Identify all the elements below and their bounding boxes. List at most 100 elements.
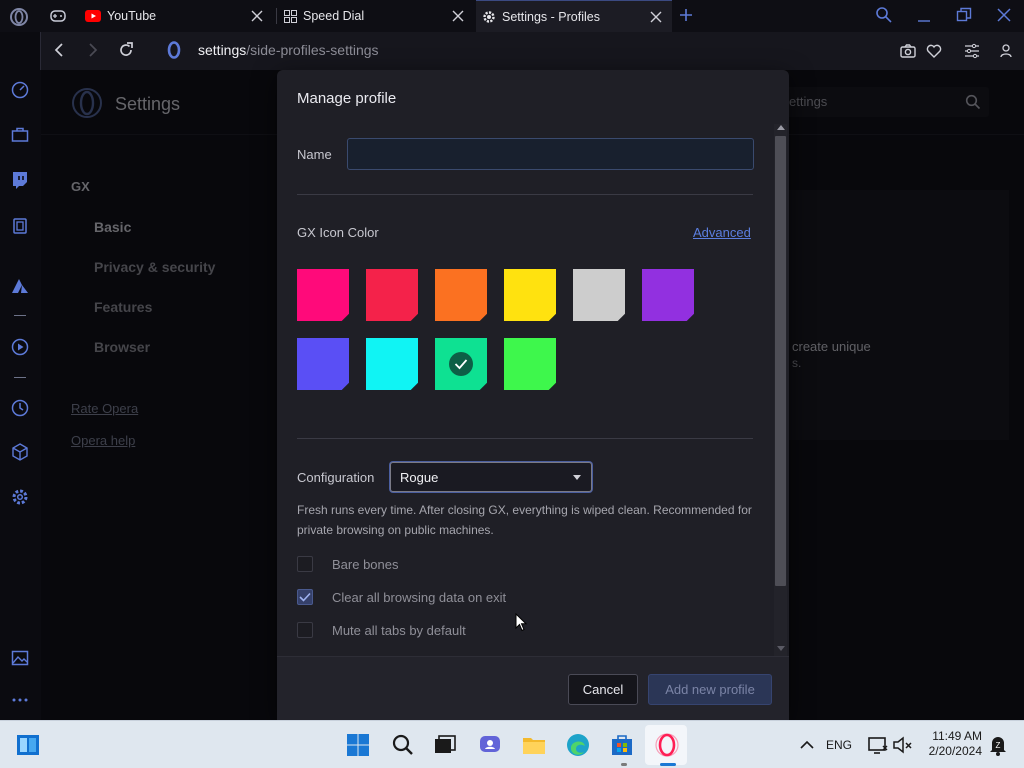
checkmark-icon bbox=[299, 592, 311, 602]
close-icon[interactable] bbox=[249, 8, 265, 24]
color-swatch[interactable] bbox=[435, 338, 487, 390]
more-icon[interactable] bbox=[10, 690, 30, 710]
option-bare-bones[interactable]: Bare bones bbox=[297, 554, 399, 574]
wallpaper-icon[interactable] bbox=[10, 648, 30, 668]
color-swatch[interactable] bbox=[504, 269, 556, 321]
tab-title: Settings - Profiles bbox=[502, 9, 600, 24]
configuration-label: Configuration bbox=[297, 470, 375, 485]
chevron-up-icon[interactable] bbox=[795, 733, 819, 757]
checkbox[interactable] bbox=[297, 556, 313, 572]
new-tab-button[interactable] bbox=[678, 7, 694, 23]
dialog-title: Manage profile bbox=[297, 90, 397, 107]
configuration-value: Rogue bbox=[400, 470, 439, 485]
cancel-button[interactable]: Cancel bbox=[568, 674, 638, 705]
opera-menu-icon[interactable] bbox=[9, 7, 29, 27]
configuration-select[interactable]: Rogue bbox=[390, 462, 592, 492]
speed-dial-icon bbox=[284, 9, 297, 23]
clock[interactable]: 11:49 AM 2/20/2024 bbox=[929, 729, 982, 759]
url-field[interactable]: settings/side-profiles-settings bbox=[198, 42, 379, 58]
option-label: Clear all browsing data on exit bbox=[332, 589, 507, 605]
tab-settings-profiles[interactable]: Settings - Profiles bbox=[476, 0, 672, 32]
url-path: /side-profiles-settings bbox=[246, 42, 379, 58]
scroll-down-arrow-icon[interactable] bbox=[777, 646, 785, 651]
option-mute-tabs[interactable]: Mute all tabs by default bbox=[297, 620, 466, 640]
language-indicator[interactable]: ENG bbox=[826, 738, 852, 752]
close-window-button[interactable] bbox=[996, 7, 1012, 23]
mouse-cursor-icon bbox=[515, 613, 529, 633]
color-swatch[interactable] bbox=[573, 269, 625, 321]
volume-mute-icon[interactable] bbox=[891, 733, 915, 757]
back-button[interactable] bbox=[52, 42, 68, 58]
tab-gx[interactable] bbox=[40, 0, 76, 32]
tab-speed-dial[interactable]: Speed Dial bbox=[284, 0, 474, 32]
color-swatch[interactable] bbox=[504, 338, 556, 390]
notification-icon[interactable]: Z bbox=[986, 733, 1010, 757]
option-label: Bare bones bbox=[332, 556, 399, 572]
add-new-profile-button[interactable]: Add new profile bbox=[648, 674, 772, 705]
chat-icon[interactable] bbox=[478, 733, 502, 757]
time: 11:49 AM bbox=[932, 729, 982, 743]
easy-setup-icon[interactable] bbox=[963, 42, 981, 60]
selected-check-icon bbox=[449, 352, 473, 376]
svg-text:Z: Z bbox=[996, 741, 1001, 750]
gear-icon bbox=[482, 10, 496, 24]
date: 2/20/2024 bbox=[928, 744, 982, 758]
file-explorer-icon[interactable] bbox=[522, 733, 546, 757]
extensions-icon[interactable] bbox=[10, 442, 30, 462]
close-icon[interactable] bbox=[648, 9, 664, 25]
briefcase-icon[interactable] bbox=[10, 125, 30, 145]
scroll-up-arrow-icon[interactable] bbox=[777, 125, 785, 130]
heart-icon[interactable] bbox=[925, 42, 943, 60]
tab-bar: YouTube Speed Dial Settings - Profiles bbox=[0, 0, 1024, 32]
sidebar bbox=[0, 32, 40, 720]
option-clear-browsing-data[interactable]: Clear all browsing data on exit bbox=[297, 587, 506, 607]
camera-icon[interactable] bbox=[899, 42, 917, 60]
youtube-icon bbox=[85, 10, 101, 22]
reload-button[interactable] bbox=[117, 41, 135, 59]
profile-icon[interactable] bbox=[997, 42, 1015, 60]
checkbox[interactable] bbox=[297, 622, 313, 638]
scrollbar-thumb[interactable] bbox=[775, 136, 786, 586]
hardware-icon[interactable] bbox=[10, 216, 30, 236]
color-swatch[interactable] bbox=[366, 338, 418, 390]
checkbox-checked[interactable] bbox=[297, 589, 313, 605]
color-label: GX Icon Color bbox=[297, 225, 379, 240]
restore-button[interactable] bbox=[956, 7, 972, 23]
tab-title: Speed Dial bbox=[303, 9, 365, 23]
color-swatch[interactable] bbox=[366, 269, 418, 321]
task-view-icon[interactable] bbox=[433, 733, 457, 757]
url-host: settings bbox=[198, 42, 247, 58]
network-icon[interactable] bbox=[866, 733, 890, 757]
color-swatch[interactable] bbox=[297, 338, 349, 390]
tab-youtube[interactable]: YouTube bbox=[85, 0, 273, 32]
search-icon[interactable] bbox=[391, 733, 415, 757]
opera-gx-icon[interactable] bbox=[655, 733, 679, 757]
widgets-icon[interactable] bbox=[16, 733, 40, 757]
active-indicator bbox=[660, 763, 676, 766]
gamepad-icon bbox=[50, 9, 66, 23]
forward-button[interactable] bbox=[84, 42, 100, 58]
advanced-link[interactable]: Advanced bbox=[693, 225, 751, 240]
search-tabs-icon[interactable] bbox=[875, 6, 893, 24]
speedometer-icon[interactable] bbox=[10, 80, 30, 100]
store-icon[interactable] bbox=[610, 733, 634, 757]
dialog-footer: Cancel Add new profile bbox=[277, 656, 789, 720]
history-icon[interactable] bbox=[10, 398, 30, 418]
taskbar: ENG 11:49 AM 2/20/2024 Z bbox=[0, 720, 1024, 768]
minimize-button[interactable] bbox=[916, 8, 932, 24]
twitch-icon[interactable] bbox=[10, 170, 30, 190]
color-swatch[interactable] bbox=[435, 269, 487, 321]
manage-profile-dialog: Manage profile Name GX Icon Color Advanc… bbox=[277, 70, 789, 720]
edge-icon[interactable] bbox=[566, 733, 590, 757]
aria-icon[interactable] bbox=[10, 276, 30, 296]
tab-title: YouTube bbox=[107, 9, 157, 23]
color-swatch[interactable] bbox=[642, 269, 694, 321]
settings-icon[interactable] bbox=[10, 487, 30, 507]
name-field[interactable] bbox=[347, 138, 754, 170]
color-swatch[interactable] bbox=[297, 269, 349, 321]
player-icon[interactable] bbox=[10, 337, 30, 357]
name-label: Name bbox=[297, 147, 332, 162]
address-bar: settings/side-profiles-settings bbox=[40, 32, 1024, 70]
close-icon[interactable] bbox=[450, 8, 466, 24]
windows-start-icon[interactable] bbox=[346, 733, 370, 757]
